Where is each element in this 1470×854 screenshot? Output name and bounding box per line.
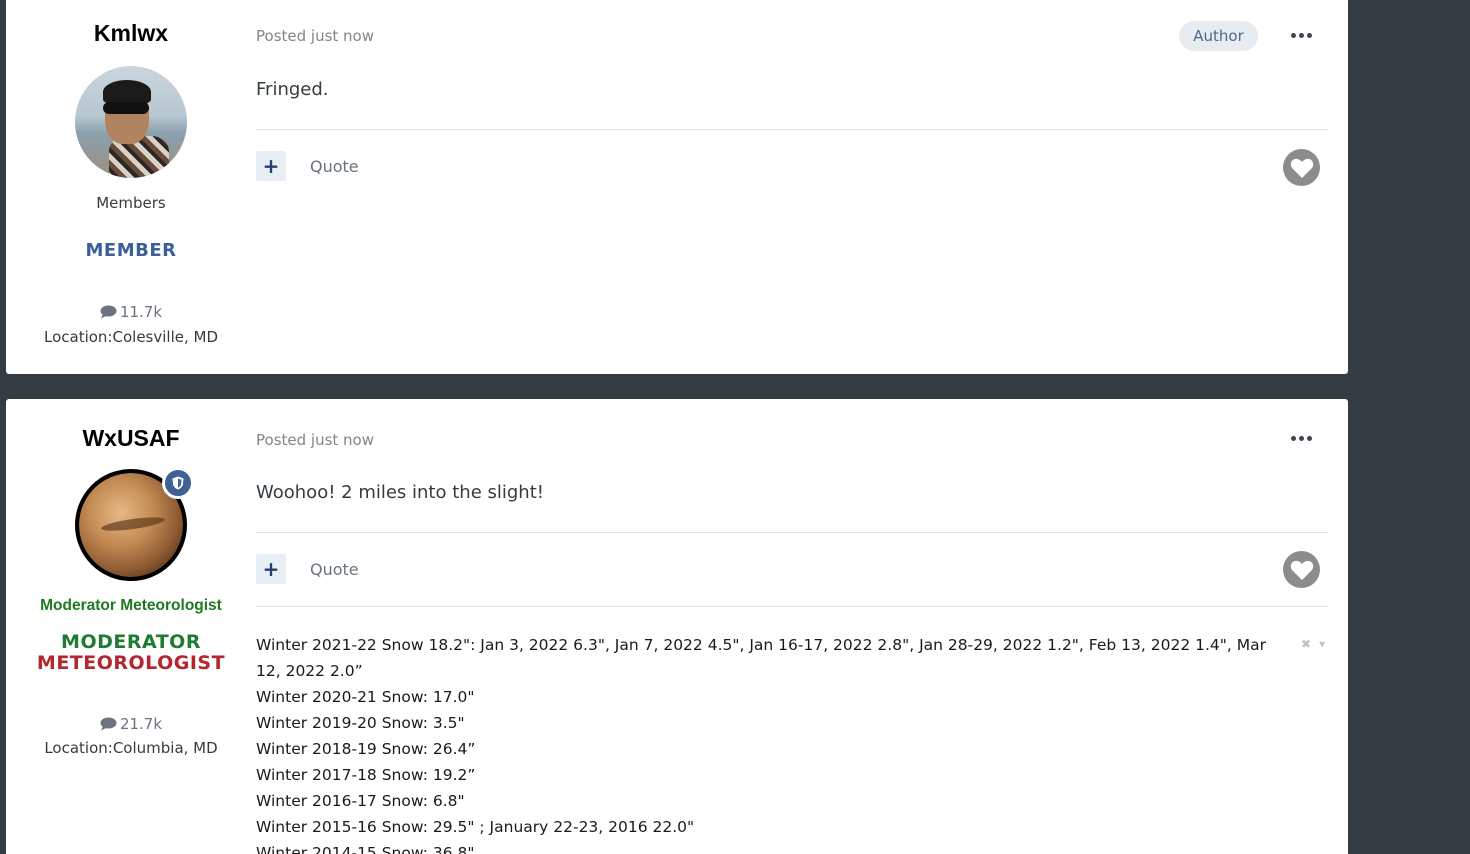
signature-line: Winter 2014-15 Snow: 36.8" xyxy=(256,844,475,854)
rank-badge: MEMBER xyxy=(85,240,177,261)
post-content: Fringed. xyxy=(256,79,329,100)
quote-button[interactable]: Quote xyxy=(310,157,359,176)
member-group: Moderator Meteorologist xyxy=(40,597,222,614)
signature-line: Winter 2020-21 Snow: 17.0" xyxy=(256,688,475,706)
post-count-value: 11.7k xyxy=(119,303,163,321)
comment-icon xyxy=(100,305,117,319)
author-name[interactable]: WxUSAF xyxy=(6,425,256,452)
rank-badge-line1: MODERATOR xyxy=(61,631,201,653)
divider xyxy=(256,129,1328,130)
heart-icon xyxy=(1290,158,1313,178)
post-card: WxUSAF Moderator Meteorologist MODERATOR… xyxy=(6,399,1348,854)
post-content: Woohoo! 2 miles into the slight! xyxy=(256,482,544,503)
divider xyxy=(256,532,1328,533)
like-button[interactable] xyxy=(1283,551,1320,588)
close-icon[interactable]: ✖ xyxy=(1301,637,1311,651)
heart-icon xyxy=(1290,560,1313,580)
post-count[interactable]: 21.7k xyxy=(6,715,256,733)
signature-line: Winter 2016-17 Snow: 6.8" xyxy=(256,792,465,810)
signature: Winter 2021-22 Snow 18.2": Jan 3, 2022 6… xyxy=(256,632,1276,854)
multiquote-button[interactable]: + xyxy=(256,151,286,181)
more-options-icon[interactable] xyxy=(1289,431,1313,445)
signature-line: Winter 2015-16 Snow: 29.5" ; January 22-… xyxy=(256,818,695,836)
like-button[interactable] xyxy=(1283,149,1320,186)
location: Location:Colesville, MD xyxy=(44,328,218,346)
post-count-value: 21.7k xyxy=(119,715,163,733)
avatar[interactable] xyxy=(75,66,187,178)
post-timestamp[interactable]: Posted just now xyxy=(256,27,374,45)
signature-line: Winter 2017-18 Snow: 19.2” xyxy=(256,766,476,784)
signature-line: Winter 2021-22 Snow 18.2": Jan 3, 2022 6… xyxy=(256,636,1266,680)
signature-controls[interactable]: ✖ ▾ xyxy=(1301,637,1325,651)
post-count[interactable]: 11.7k xyxy=(6,303,256,321)
location: Location:Columbia, MD xyxy=(44,739,218,757)
post-timestamp[interactable]: Posted just now xyxy=(256,431,374,449)
quote-button[interactable]: Quote xyxy=(310,560,359,579)
rank-badge-line2: METEOROLOGIST xyxy=(36,652,226,674)
signature-line: Winter 2018-19 Snow: 26.4” xyxy=(256,740,476,758)
post-card: Kmlwx Members MEMBER 11.7k Location:Cole… xyxy=(6,0,1348,374)
multiquote-button[interactable]: + xyxy=(256,554,286,584)
member-group: Members xyxy=(96,194,166,212)
author-name[interactable]: Kmlwx xyxy=(6,20,256,47)
more-options-icon[interactable] xyxy=(1289,28,1313,42)
author-badge: Author xyxy=(1179,21,1258,51)
chevron-down-icon[interactable]: ▾ xyxy=(1319,637,1325,651)
comment-icon xyxy=(100,717,117,731)
signature-line: Winter 2019-20 Snow: 3.5" xyxy=(256,714,465,732)
signature-divider xyxy=(256,606,1328,607)
moderator-shield-icon xyxy=(162,467,194,499)
